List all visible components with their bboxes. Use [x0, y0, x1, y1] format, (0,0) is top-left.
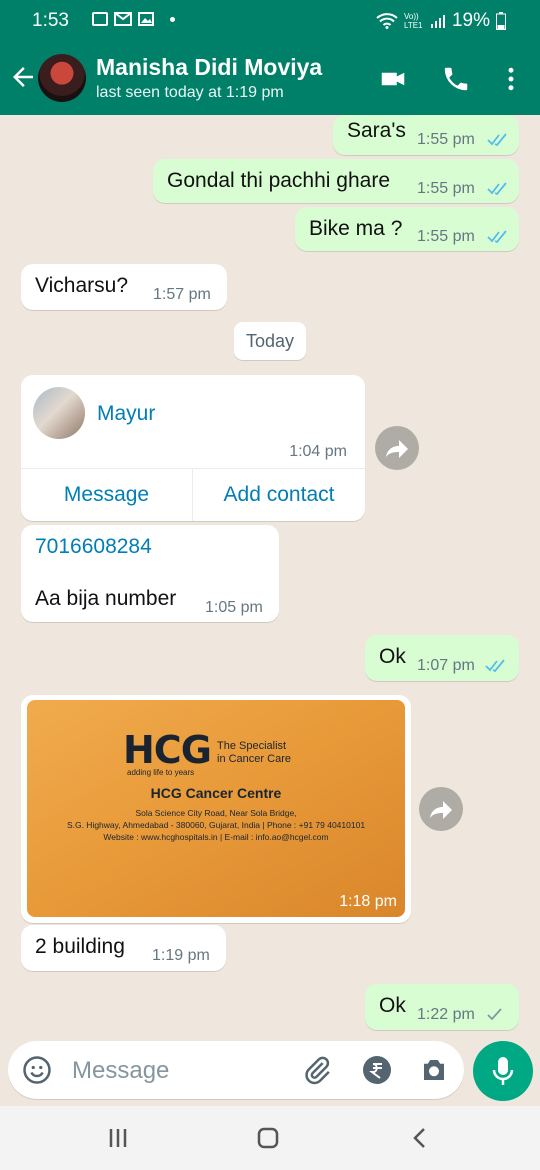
message-text: Aa bija number [35, 587, 177, 610]
message-bubble-outgoing[interactable]: Bike ma ? 1:55 pm [295, 207, 519, 251]
business-card-image[interactable]: HCG adding life to years The Specialist … [27, 700, 405, 917]
wifi-icon [376, 13, 398, 29]
message-text: Sara's [347, 119, 406, 142]
home-icon[interactable] [256, 1126, 280, 1150]
sent-tick-icon [487, 1008, 502, 1021]
message-bubble-outgoing[interactable]: Ok 1:22 pm [365, 984, 519, 1030]
message-text: Ok [379, 994, 406, 1017]
last-seen-text: last seen today at 1:19 pm [96, 84, 284, 101]
message-contact-button[interactable]: Message [21, 468, 192, 521]
message-time: 1:05 pm [205, 599, 263, 616]
read-ticks-icon [487, 133, 507, 147]
message-input-placeholder[interactable]: Message [72, 1057, 169, 1085]
notification-icon [92, 12, 108, 26]
back-arrow-icon[interactable] [8, 62, 38, 92]
message-time: 1:55 pm [417, 180, 475, 197]
message-bubble-outgoing[interactable]: Gondal thi pachhi ghare 1:55 pm [153, 159, 519, 203]
add-contact-button[interactable]: Add contact [193, 468, 365, 521]
status-time: 1:53 [32, 10, 69, 31]
forward-button[interactable] [375, 426, 419, 470]
forward-icon [430, 801, 452, 819]
battery-percent: 19% [451, 10, 490, 31]
gallery-icon [138, 12, 154, 26]
message-bubble-incoming[interactable]: 7016608284 Aa bija number 1:05 pm [21, 525, 279, 622]
read-ticks-icon [485, 659, 505, 673]
status-notification-icons [92, 12, 175, 26]
attach-icon[interactable] [302, 1055, 332, 1085]
gmail-icon [114, 12, 132, 26]
message-text: Bike ma ? [309, 217, 403, 240]
rupee-glyph [369, 1063, 382, 1079]
battery-icon [496, 12, 506, 30]
date-divider: Today [234, 322, 306, 360]
mic-icon [492, 1057, 514, 1085]
phone-number-link[interactable]: 7016608284 [35, 535, 152, 559]
message-time: 1:55 pm [417, 131, 475, 148]
image-message[interactable]: HCG adding life to years The Specialist … [21, 695, 411, 923]
emoji-icon[interactable] [22, 1055, 52, 1085]
rupee-icon[interactable] [363, 1056, 391, 1084]
message-text: Vicharsu? [35, 274, 129, 297]
lte-label: Vo)) LTE1 [403, 12, 423, 30]
contact-card-message[interactable]: Mayur 1:04 pm Message Add contact [21, 375, 365, 521]
hcg-address-line: S.G. Highway, Ahmedabad - 380060, Gujara… [66, 820, 366, 830]
mic-button[interactable] [473, 1041, 533, 1101]
forward-button[interactable] [419, 787, 463, 831]
back-nav-icon[interactable] [408, 1126, 432, 1150]
status-bar: 1:53 Vo)) LTE1 19% [0, 0, 540, 42]
message-text: Ok [379, 645, 406, 668]
chat-title[interactable]: Manisha Didi Moviya [96, 54, 322, 81]
hcg-logo: HCG [123, 728, 212, 772]
hcg-title: HCG Cancer Centre [150, 785, 282, 801]
read-ticks-icon [487, 230, 507, 244]
read-ticks-icon [487, 182, 507, 196]
message-time: 1:22 pm [417, 1006, 475, 1023]
hcg-contact-line: Website : www.hcghospitals.in | E-mail :… [103, 832, 329, 842]
shared-contact-name[interactable]: Mayur [97, 402, 155, 426]
video-call-icon[interactable] [378, 64, 408, 94]
message-time: 1:07 pm [417, 657, 475, 674]
message-list[interactable]: Sara's 1:55 pm Gondal thi pachhi ghare 1… [0, 115, 540, 1040]
forward-icon [386, 440, 408, 458]
more-notifications-dot [170, 16, 175, 22]
message-time: 1:55 pm [417, 228, 475, 245]
message-time: 1:19 pm [152, 947, 210, 964]
shared-contact-avatar[interactable] [33, 387, 85, 439]
signal-icon [430, 15, 445, 28]
contact-avatar[interactable] [38, 54, 86, 102]
message-time: 1:04 pm [289, 443, 347, 460]
recent-apps-icon[interactable] [106, 1126, 130, 1150]
message-bubble-incoming[interactable]: 2 building 1:19 pm [21, 925, 226, 971]
camera-icon[interactable] [419, 1055, 449, 1085]
message-input[interactable]: Message [8, 1041, 464, 1099]
message-bubble-outgoing[interactable]: Sara's 1:55 pm [333, 115, 519, 155]
status-right: Vo)) LTE1 19% [376, 10, 506, 32]
message-time: 1:18 pm [339, 893, 397, 910]
chat-header: 1:53 Vo)) LTE1 19% Manisha Didi Moviya l… [0, 0, 540, 115]
message-text: Gondal thi pachhi ghare [167, 169, 390, 192]
more-vert-icon[interactable] [496, 64, 526, 94]
phone-icon[interactable] [441, 64, 471, 94]
hcg-address-line: Sola Science City Road, Near Sola Bridge… [135, 808, 297, 818]
message-bubble-outgoing[interactable]: Ok 1:07 pm [365, 635, 519, 681]
system-nav-bar [0, 1106, 540, 1170]
message-text: 2 building [35, 935, 125, 958]
message-time: 1:57 pm [153, 286, 211, 303]
hcg-slogan: The Specialist in Cancer Care [217, 740, 291, 765]
message-bubble-incoming[interactable]: Vicharsu? 1:57 pm [21, 264, 227, 310]
hcg-tagline: adding life to years [127, 768, 195, 777]
